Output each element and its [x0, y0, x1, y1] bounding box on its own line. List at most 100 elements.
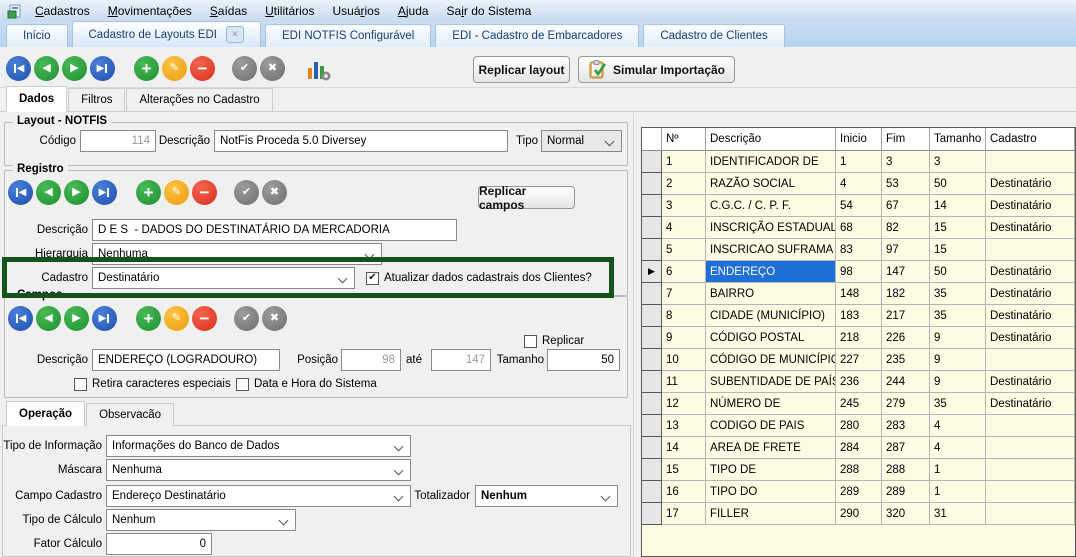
- column-header[interactable]: Cadastro: [986, 128, 1075, 151]
- grid-cell[interactable]: 14: [662, 437, 706, 459]
- grid-cell[interactable]: Destinatário: [986, 305, 1075, 327]
- grid-cell[interactable]: 3: [930, 151, 986, 173]
- grid-cell[interactable]: 236: [836, 371, 882, 393]
- column-header[interactable]: Descrição: [706, 128, 836, 151]
- grid-cell[interactable]: 6: [662, 261, 706, 283]
- grid-cell[interactable]: 244: [882, 371, 930, 393]
- tipo-select[interactable]: Normal: [541, 130, 622, 152]
- grid-cell[interactable]: 279: [882, 393, 930, 415]
- column-header[interactable]: Tamanho: [930, 128, 986, 151]
- tab-edi-notfis-configur-vel[interactable]: EDI NOTFIS Configurável: [265, 24, 431, 47]
- tab-in-cio[interactable]: Início: [6, 24, 68, 47]
- grid-cell[interactable]: 4: [836, 173, 882, 195]
- grid-cell[interactable]: 17: [662, 503, 706, 525]
- tab-cadastro-de-layouts-edi[interactable]: Cadastro de Layouts EDI✕: [72, 21, 262, 47]
- grid-cell[interactable]: 12: [662, 393, 706, 415]
- posicao-field[interactable]: 98: [341, 349, 401, 371]
- grid-cell[interactable]: SUBENTIDADE DE PAÍS: [706, 371, 836, 393]
- delete-button[interactable]: −: [192, 306, 217, 331]
- grid-cell[interactable]: CODIGO DE PAIS: [706, 415, 836, 437]
- registro-descricao-field[interactable]: D E S - DADOS DO DESTINATÁRIO DA MERCADO…: [92, 219, 457, 241]
- previous-record-button[interactable]: ◀: [36, 180, 61, 205]
- cancel-button[interactable]: ✖: [260, 56, 285, 81]
- grid-cell[interactable]: 3: [882, 151, 930, 173]
- last-record-button[interactable]: ▶: [90, 56, 115, 81]
- edit-button[interactable]: ✎: [164, 180, 189, 205]
- column-header[interactable]: Fim: [882, 128, 930, 151]
- add-button[interactable]: +: [136, 306, 161, 331]
- grid-cell[interactable]: 2: [662, 173, 706, 195]
- add-button[interactable]: +: [134, 56, 159, 81]
- data-hora-checkbox[interactable]: Data e Hora do Sistema: [236, 377, 377, 391]
- cancel-button[interactable]: ✖: [262, 180, 287, 205]
- grid-cell[interactable]: 35: [930, 283, 986, 305]
- delete-button[interactable]: −: [190, 56, 215, 81]
- row-indicator-cell[interactable]: [642, 239, 662, 261]
- tab-dados[interactable]: Dados: [6, 86, 67, 112]
- menu-item-6[interactable]: Sair do Sistema: [438, 0, 541, 22]
- table-row[interactable]: 11SUBENTIDADE DE PAÍS2362449Destinatário: [642, 371, 1075, 393]
- menu-item-5[interactable]: Ajuda: [389, 0, 438, 22]
- grid-cell[interactable]: 1: [662, 151, 706, 173]
- grid-cell[interactable]: 15: [930, 239, 986, 261]
- fator-calculo-field[interactable]: 0: [106, 533, 212, 555]
- menu-item-1[interactable]: Movimentações: [99, 0, 201, 22]
- table-row[interactable]: 12NÚMERO DE24527935Destinatário: [642, 393, 1075, 415]
- codigo-field[interactable]: 114: [80, 130, 156, 152]
- row-indicator-cell[interactable]: [642, 481, 662, 503]
- table-row[interactable]: ▶6ENDEREÇO9814750Destinatário: [642, 261, 1075, 283]
- grid-cell[interactable]: 50: [930, 261, 986, 283]
- row-indicator-cell[interactable]: [642, 349, 662, 371]
- previous-record-button[interactable]: ◀: [34, 56, 59, 81]
- grid-cell[interactable]: 182: [882, 283, 930, 305]
- grid-cell[interactable]: 35: [930, 393, 986, 415]
- descricao-layout-field[interactable]: NotFis Proceda 5.0 Diversey: [214, 130, 508, 152]
- grid-cell[interactable]: 4: [930, 415, 986, 437]
- grid-cell[interactable]: C.G.C. / C. P. F.: [706, 195, 836, 217]
- grid-cell[interactable]: 280: [836, 415, 882, 437]
- atualizar-dados-checkbox[interactable]: ✔ Atualizar dados cadastrais dos Cliente…: [366, 271, 592, 285]
- grid-cell[interactable]: 14: [930, 195, 986, 217]
- row-indicator-cell[interactable]: [642, 459, 662, 481]
- grid-cell[interactable]: 148: [836, 283, 882, 305]
- grid-cell[interactable]: AREA DE FRETE: [706, 437, 836, 459]
- grid-cell[interactable]: 9: [930, 371, 986, 393]
- row-indicator-cell[interactable]: [642, 217, 662, 239]
- table-row[interactable]: 3C.G.C. / C. P. F.546714Destinatário: [642, 195, 1075, 217]
- grid-cell[interactable]: CÓDIGO POSTAL: [706, 327, 836, 349]
- grid-cell[interactable]: 227: [836, 349, 882, 371]
- grid-cell[interactable]: INSCRICAO SUFRAMA: [706, 239, 836, 261]
- column-header[interactable]: Inicio: [836, 128, 882, 151]
- confirm-button[interactable]: ✔: [234, 180, 259, 205]
- grid-cell[interactable]: [986, 239, 1075, 261]
- campo-cadastro-select[interactable]: Endereço Destinatário: [106, 485, 411, 507]
- grid-cell[interactable]: Destinatário: [986, 261, 1075, 283]
- row-indicator-cell[interactable]: [642, 371, 662, 393]
- table-row[interactable]: 10CÓDIGO DE MUNICÍPIO2272359: [642, 349, 1075, 371]
- retira-caracteres-checkbox[interactable]: Retira caracteres especiais: [74, 377, 231, 391]
- grid-cell[interactable]: CIDADE (MUNICÍPIO): [706, 305, 836, 327]
- confirm-button[interactable]: ✔: [234, 306, 259, 331]
- grid-cell[interactable]: 83: [836, 239, 882, 261]
- grid-cell[interactable]: 50: [930, 173, 986, 195]
- table-row[interactable]: 7BAIRRO14818235Destinatário: [642, 283, 1075, 305]
- table-row[interactable]: 17FILLER29032031: [642, 503, 1075, 525]
- grid-cell[interactable]: [986, 437, 1075, 459]
- grid-cell[interactable]: 54: [836, 195, 882, 217]
- table-row[interactable]: 8CIDADE (MUNICÍPIO)18321735Destinatário: [642, 305, 1075, 327]
- menu-item-0[interactable]: Cadastros: [26, 0, 99, 22]
- first-record-button[interactable]: ◀: [6, 56, 31, 81]
- grid-cell[interactable]: 11: [662, 371, 706, 393]
- tab-edi-cadastro-de-embarcadores[interactable]: EDI - Cadastro de Embarcadores: [435, 24, 639, 47]
- row-indicator-cell[interactable]: [642, 437, 662, 459]
- grid-cell[interactable]: [986, 151, 1075, 173]
- grid-cell[interactable]: 98: [836, 261, 882, 283]
- tab-cadastro-de-clientes[interactable]: Cadastro de Clientes: [643, 24, 784, 47]
- grid-cell[interactable]: 218: [836, 327, 882, 349]
- grid-cell[interactable]: Destinatário: [986, 393, 1075, 415]
- tipo-informacao-select[interactable]: Informações do Banco de Dados: [106, 435, 411, 457]
- add-button[interactable]: +: [136, 180, 161, 205]
- mascara-select[interactable]: Nenhuma: [106, 459, 411, 481]
- grid-cell[interactable]: Destinatário: [986, 371, 1075, 393]
- table-row[interactable]: 16TIPO DO2892891: [642, 481, 1075, 503]
